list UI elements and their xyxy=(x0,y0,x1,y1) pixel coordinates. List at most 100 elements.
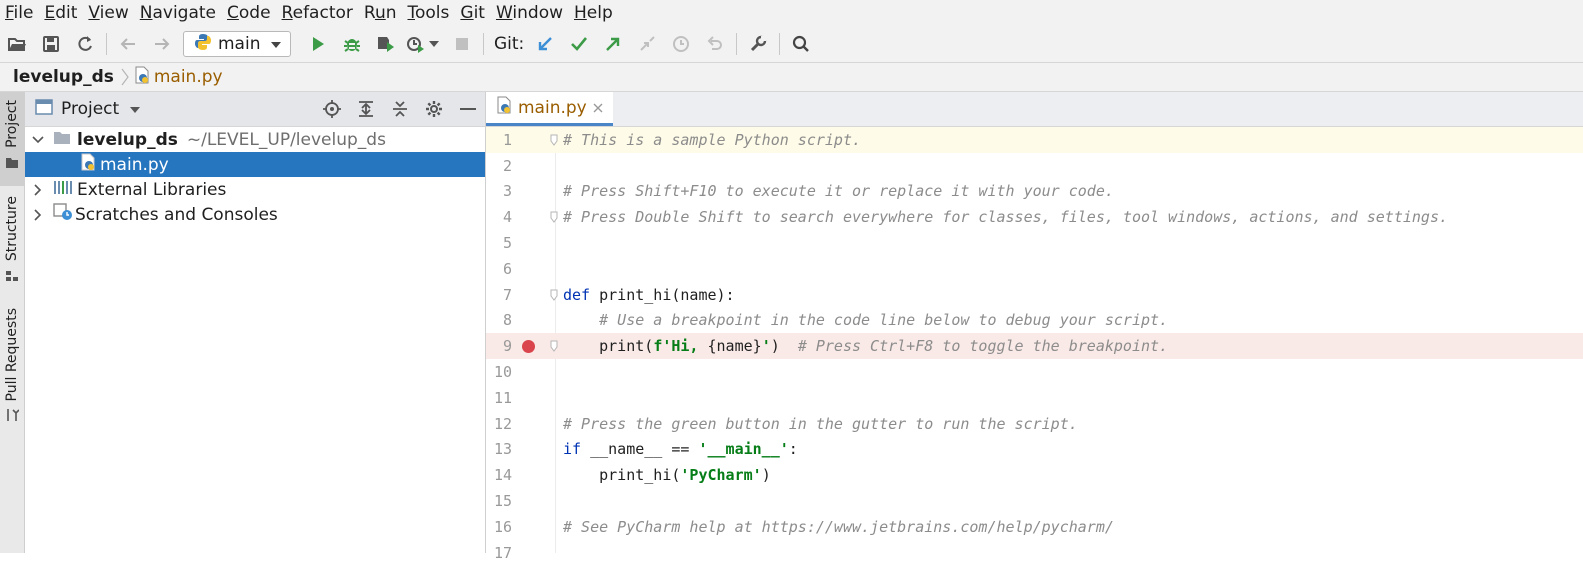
history-icon[interactable] xyxy=(664,29,698,59)
coverage-icon[interactable] xyxy=(369,29,403,59)
code-line[interactable]: 6 xyxy=(486,256,1583,282)
code-line[interactable]: 9 print(f'Hi, {name}') # Press Ctrl+F8 t… xyxy=(486,333,1583,360)
line-number[interactable]: 10 xyxy=(486,363,512,381)
menu-item[interactable]: Git xyxy=(455,0,491,26)
tree-item-label: Scratches and Consoles xyxy=(75,204,278,225)
menu-item-text: it xyxy=(473,3,485,23)
line-number[interactable]: 3 xyxy=(486,182,512,200)
chevron-right-icon[interactable] xyxy=(31,208,45,222)
fold-marker-icon[interactable] xyxy=(547,287,561,303)
code-line[interactable]: 10 xyxy=(486,359,1583,385)
project-panel-title[interactable]: Project xyxy=(61,99,119,119)
git-push-icon[interactable] xyxy=(596,29,630,59)
collapse-all-icon[interactable] xyxy=(383,94,417,124)
code-line[interactable]: 1 # This is a sample Python script. xyxy=(486,127,1583,153)
line-number[interactable]: 6 xyxy=(486,260,512,278)
breakpoint-icon[interactable] xyxy=(521,338,535,354)
line-number[interactable]: 15 xyxy=(486,492,512,510)
menu-item[interactable]: Code xyxy=(222,0,277,26)
menu-item-text: R xyxy=(281,3,293,23)
menu-item[interactable]: Navigate xyxy=(135,0,222,26)
code-line[interactable]: 11 xyxy=(486,385,1583,411)
code-line[interactable]: 14 print_hi('PyCharm') xyxy=(486,462,1583,488)
chevron-down-icon[interactable] xyxy=(31,133,45,147)
chevron-down-icon xyxy=(270,34,282,54)
line-number[interactable]: 8 xyxy=(486,311,512,329)
line-number[interactable]: 7 xyxy=(486,286,512,304)
code-token: ' xyxy=(761,337,771,356)
tree-item-external-libraries[interactable]: External Libraries xyxy=(25,177,485,202)
tree-item-scratches[interactable]: Scratches and Consoles xyxy=(25,202,485,227)
sync-icon[interactable] xyxy=(68,29,102,59)
menu-item[interactable]: Run xyxy=(359,0,403,26)
side-tab-pull-requests[interactable]: Pull Requests xyxy=(0,308,24,428)
editor-tab-main-py[interactable]: main.py xyxy=(486,92,613,126)
code-line[interactable]: 13 if __name__ == '__main__': xyxy=(486,437,1583,463)
line-number[interactable]: 13 xyxy=(486,440,512,458)
code-area[interactable]: 1 # This is a sample Python script. 2 3 # Pr… xyxy=(486,127,1583,562)
chevron-down-icon[interactable] xyxy=(129,99,141,119)
expand-all-icon[interactable] xyxy=(349,94,383,124)
fold-marker-icon[interactable] xyxy=(547,338,561,354)
line-number[interactable]: 1 xyxy=(486,131,512,149)
line-number[interactable]: 16 xyxy=(486,518,512,536)
rollback-icon[interactable] xyxy=(698,29,732,59)
menu-item[interactable]: Refactor xyxy=(277,0,359,26)
tree-item-main-py[interactable]: main.py xyxy=(25,152,485,177)
close-icon[interactable] xyxy=(593,98,603,118)
git-fetch-icon[interactable] xyxy=(630,29,664,59)
code-line[interactable]: 4 # Press Double Shift to search everywhe… xyxy=(486,204,1583,230)
code-token: # Use a breakpoint in the code line belo… xyxy=(563,311,1169,330)
menu-item[interactable]: Tools xyxy=(403,0,456,26)
debug-icon[interactable] xyxy=(335,29,369,59)
code-line[interactable]: 12 # Press the green button in the gutter… xyxy=(486,411,1583,437)
line-number[interactable]: 14 xyxy=(486,466,512,484)
code-line[interactable]: 5 xyxy=(486,230,1583,256)
run-more-chevron-icon[interactable] xyxy=(429,41,445,47)
breadcrumb-project[interactable]: levelup_ds xyxy=(13,67,114,87)
locate-file-icon[interactable] xyxy=(315,94,349,124)
hide-panel-icon[interactable] xyxy=(451,94,485,124)
code-text: if __name__ == '__main__': xyxy=(563,440,798,458)
gear-icon[interactable] xyxy=(417,94,451,124)
back-arrow-icon[interactable] xyxy=(111,29,145,59)
code-line[interactable]: 2 xyxy=(486,153,1583,179)
code-line[interactable]: 8 # Use a breakpoint in the code line be… xyxy=(486,308,1583,334)
line-number[interactable]: 9 xyxy=(486,337,512,355)
git-update-icon[interactable] xyxy=(528,29,562,59)
profile-icon[interactable] xyxy=(403,29,429,59)
save-icon[interactable] xyxy=(34,29,68,59)
menu-item[interactable]: Window xyxy=(491,0,569,26)
git-commit-icon[interactable] xyxy=(562,29,596,59)
line-number[interactable]: 4 xyxy=(486,208,512,226)
open-folder-icon[interactable] xyxy=(0,29,34,59)
breadcrumb-file[interactable]: main.py xyxy=(154,67,223,87)
code-line[interactable]: 3 # Press Shift+F10 to execute it or repl… xyxy=(486,179,1583,205)
chevron-right-icon[interactable] xyxy=(31,183,45,197)
run-icon[interactable] xyxy=(301,29,335,59)
code-line[interactable]: 15 xyxy=(486,488,1583,514)
project-panel-header: Project xyxy=(25,92,485,127)
line-number[interactable]: 11 xyxy=(486,389,512,407)
code-line[interactable]: 7 def print_hi(name): xyxy=(486,282,1583,308)
line-number[interactable]: 12 xyxy=(486,415,512,433)
breadcrumb: levelup_ds main.py xyxy=(0,63,1583,92)
menu-item[interactable]: File xyxy=(0,0,39,26)
run-configuration-selector[interactable]: main xyxy=(183,31,291,57)
line-number[interactable]: 2 xyxy=(486,157,512,175)
search-icon[interactable] xyxy=(784,29,818,59)
menu-item[interactable]: View xyxy=(83,0,134,26)
side-tab-structure[interactable]: Structure xyxy=(0,196,24,286)
fold-marker-icon[interactable] xyxy=(547,209,561,225)
menu-item[interactable]: Edit xyxy=(39,0,83,26)
fold-marker-icon[interactable] xyxy=(547,132,561,148)
line-number[interactable]: 5 xyxy=(486,234,512,252)
side-tab-project[interactable]: Project xyxy=(0,92,24,186)
tree-item-project-root[interactable]: levelup_ds ~/LEVEL_UP/levelup_ds xyxy=(25,127,485,152)
settings-wrench-icon[interactable] xyxy=(741,29,775,59)
code-text: # Press Double Shift to search everywher… xyxy=(563,208,1448,226)
menu-item[interactable]: Help xyxy=(569,0,619,26)
code-line[interactable]: 16 # See PyCharm help at https://www.jetb… xyxy=(486,514,1583,540)
forward-arrow-icon[interactable] xyxy=(145,29,179,59)
stop-icon[interactable] xyxy=(445,29,479,59)
